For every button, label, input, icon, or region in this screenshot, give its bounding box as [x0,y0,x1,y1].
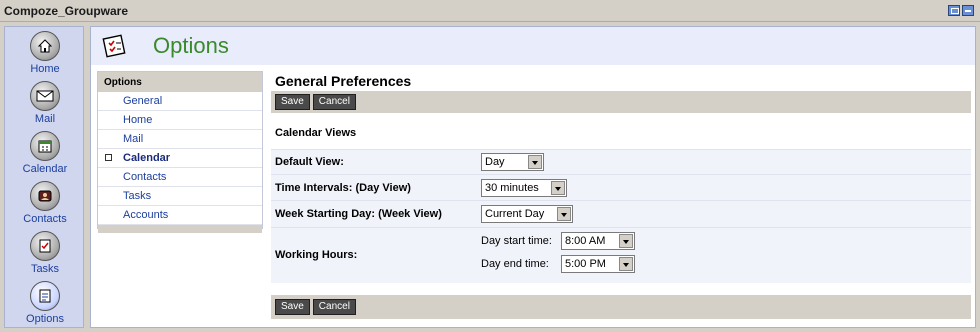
home-icon [30,31,60,61]
nav-item-options[interactable]: Options [5,281,85,325]
day-start-value: 8:00 AM [565,235,606,247]
preferences-title: General Preferences [275,73,412,89]
working-hours-label: Working Hours: [275,249,358,261]
week-start-select[interactable]: Current Day [481,205,573,223]
options-nav-item-general[interactable]: General [98,92,262,111]
minimize-window-icon[interactable] [962,5,974,16]
options-nav-label: Contacts [123,171,167,183]
restore-window-icon[interactable] [948,5,960,16]
nav-label-calendar: Calendar [22,163,68,175]
week-start-row: Week Starting Day: (Week View) Current D… [271,200,971,227]
options-nav-footer [98,225,262,233]
options-checklist-icon [102,34,126,58]
nav-item-home[interactable]: Home [5,31,85,75]
nav-label-contacts: Contacts [23,213,67,225]
preferences-panel: General Preferences Save Cancel Calendar… [271,71,971,325]
cancel-button[interactable]: Cancel [312,299,356,315]
options-nav-item-contacts[interactable]: Contacts [98,168,262,187]
options-nav-label: Accounts [123,209,169,221]
day-end-select[interactable]: 5:00 PM [561,255,635,273]
options-nav-item-accounts[interactable]: Accounts [98,206,262,225]
chevron-down-icon [551,181,565,195]
options-nav: Options General Home Mail Calendar Conta… [97,71,263,233]
tasks-icon [30,231,60,261]
app-navigation: Home Mail Calendar Contacts Tasks Option… [4,26,84,328]
cancel-button[interactable]: Cancel [312,94,356,110]
save-button[interactable]: Save [275,299,310,315]
nav-label-tasks: Tasks [30,263,60,275]
options-nav-heading: Options [98,72,262,92]
window-controls [948,5,974,16]
top-button-bar: Save Cancel [271,91,971,113]
chevron-down-icon [619,257,633,271]
bottom-button-bar: Save Cancel [271,295,971,319]
chevron-down-icon [528,155,542,169]
mail-icon [30,81,60,111]
nav-label-options: Options [26,313,64,325]
time-intervals-label: Time Intervals: (Day View) [275,182,411,194]
contacts-icon [30,181,60,211]
week-start-value: Current Day [485,208,545,220]
week-start-label: Week Starting Day: (Week View) [275,208,442,220]
app-frame: Home Mail Calendar Contacts Tasks Option… [0,22,980,332]
options-nav-label: Mail [123,133,144,145]
window-title-bar: Compoze_Groupware [0,0,980,22]
window-title: Compoze_Groupware [4,4,129,18]
options-icon [30,281,60,311]
options-nav-label: Home [123,114,153,126]
default-view-select[interactable]: Day [481,153,544,171]
default-view-value: Day [485,156,505,168]
main-panel: Options Options General Home Mail Calend… [90,26,976,328]
nav-item-contacts[interactable]: Contacts [5,181,85,225]
day-end-label: Day end time: [481,258,549,270]
nav-item-tasks[interactable]: Tasks [5,231,85,275]
options-nav-label: Calendar [123,152,171,164]
day-start-select[interactable]: 8:00 AM [561,232,635,250]
day-start-label: Day start time: [481,235,552,247]
options-nav-item-mail[interactable]: Mail [98,130,262,149]
options-nav-item-tasks[interactable]: Tasks [98,187,262,206]
save-button[interactable]: Save [275,94,310,110]
nav-item-mail[interactable]: Mail [5,81,85,125]
page-title: Options [153,33,229,58]
default-view-row: Default View: Day [271,149,971,174]
section-heading: Calendar Views [275,127,357,139]
options-nav-label: General [123,95,163,107]
options-nav-item-calendar[interactable]: Calendar [98,149,262,168]
working-hours-row: Working Hours: Day start time: 8:00 AM D… [271,227,971,283]
nav-label-mail: Mail [34,113,56,125]
day-end-value: 5:00 PM [565,258,606,270]
default-view-label: Default View: [275,156,344,168]
page-header: Options [91,27,975,65]
nav-item-calendar[interactable]: Calendar [5,131,85,175]
active-item-bullet-icon [105,154,112,161]
time-intervals-row: Time Intervals: (Day View) 30 minutes [271,174,971,200]
options-nav-item-home[interactable]: Home [98,111,262,130]
time-intervals-value: 30 minutes [485,182,539,194]
calendar-icon [30,131,60,161]
options-nav-label: Tasks [123,190,152,202]
nav-label-home: Home [30,63,60,75]
time-intervals-select[interactable]: 30 minutes [481,179,567,197]
chevron-down-icon [557,207,571,221]
chevron-down-icon [619,234,633,248]
